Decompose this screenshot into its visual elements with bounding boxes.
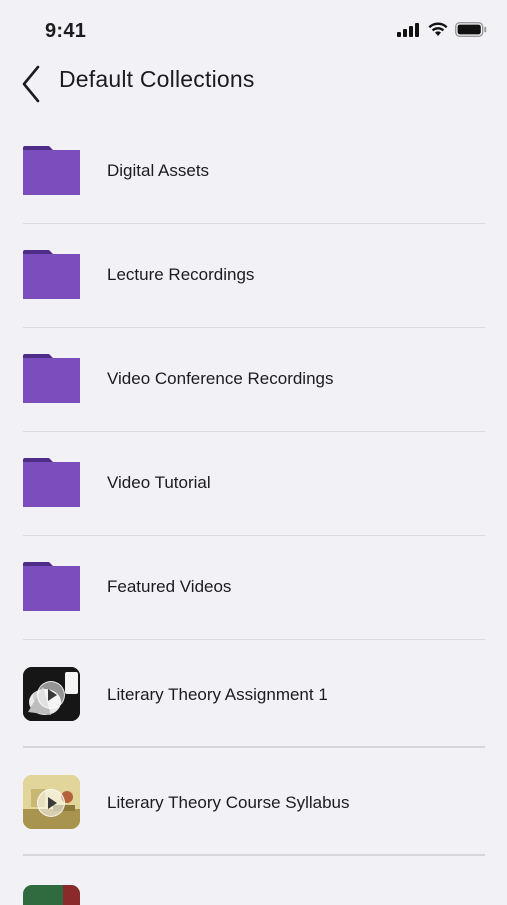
back-button[interactable] xyxy=(18,64,48,104)
video-thumbnail xyxy=(23,667,80,721)
video-thumbnail xyxy=(23,775,80,829)
folder-label: Lecture Recordings xyxy=(107,265,255,284)
navigation-bar: Default Collections xyxy=(0,60,507,104)
media-row-literary-theory-course-syllabus[interactable]: Literary Theory Course Syllabus xyxy=(0,748,507,856)
status-icons xyxy=(397,22,487,37)
play-icon xyxy=(37,789,65,817)
folder-label: Video Conference Recordings xyxy=(107,369,334,388)
status-time: 9:41 xyxy=(45,20,87,42)
status-bar: 9:41 xyxy=(0,0,507,60)
folder-label: Digital Assets xyxy=(107,161,210,180)
folder-row-video-tutorial[interactable]: Video Tutorial xyxy=(0,432,507,536)
folder-icon xyxy=(23,458,80,507)
folder-icon xyxy=(23,354,80,403)
battery-icon xyxy=(455,22,487,37)
folder-row-featured-videos[interactable]: Featured Videos xyxy=(0,536,507,640)
media-label: Literary Theory Assignment 1 xyxy=(107,685,328,704)
wifi-icon xyxy=(428,22,448,36)
folder-label: Video Tutorial xyxy=(107,473,211,492)
play-icon xyxy=(37,681,65,709)
folder-label: Featured Videos xyxy=(107,577,232,596)
folder-icon xyxy=(23,146,80,195)
cellular-signal-icon xyxy=(397,22,419,37)
page-title: Default Collections xyxy=(59,66,255,92)
media-label: Literary Theory Course Syllabus xyxy=(107,793,350,812)
folder-row-digital-assets[interactable]: Digital Assets xyxy=(0,120,507,224)
collection-list: Digital Assets Lecture Recordings Video … xyxy=(0,120,507,856)
folder-icon xyxy=(23,250,80,299)
folder-row-video-conference-recordings[interactable]: Video Conference Recordings xyxy=(0,328,507,432)
video-thumbnail-partial[interactable] xyxy=(23,885,80,905)
chevron-left-icon xyxy=(22,65,40,103)
folder-row-lecture-recordings[interactable]: Lecture Recordings xyxy=(0,224,507,328)
folder-icon xyxy=(23,562,80,611)
row-divider xyxy=(23,854,485,856)
media-row-literary-theory-assignment-1[interactable]: Literary Theory Assignment 1 xyxy=(0,640,507,748)
